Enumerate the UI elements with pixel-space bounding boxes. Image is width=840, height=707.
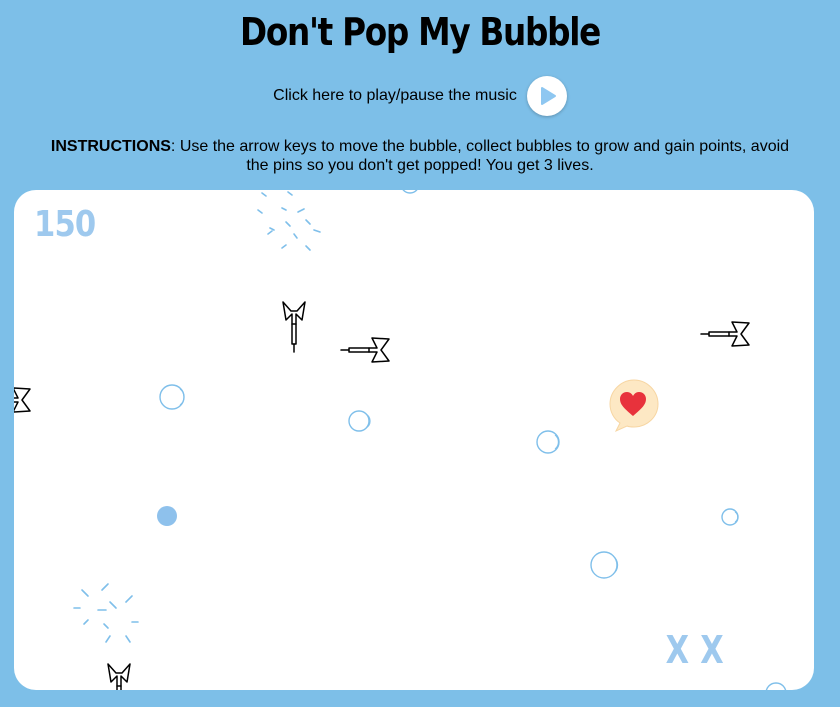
game-scene (14, 190, 787, 690)
dart (14, 387, 31, 413)
instructions-label: INSTRUCTIONS (50, 138, 171, 155)
page: Don't Pop My Bubble Click here to play/p… (0, 0, 840, 707)
dart (340, 337, 390, 363)
bubble (402, 190, 418, 194)
music-label: Click here to play/pause the music (273, 87, 517, 104)
bubble (536, 430, 560, 454)
game-canvas[interactable]: 150 XX (14, 190, 814, 690)
player-bubble (609, 379, 659, 433)
instructions-text: : Use the arrow keys to move the bubble,… (170, 138, 790, 174)
bubble-filled (157, 506, 177, 526)
bubble (765, 682, 787, 690)
dart (107, 663, 131, 690)
bubble (159, 384, 185, 410)
lives-lost-marks: XX (666, 628, 736, 672)
dart (282, 301, 306, 353)
play-pause-button[interactable] (526, 76, 567, 116)
bubble (590, 551, 619, 579)
music-control: Click here to play/pause the music (0, 76, 840, 116)
bubble (721, 508, 739, 526)
play-icon (540, 87, 556, 105)
dart (700, 321, 750, 347)
pop-burst-bottom (73, 583, 139, 643)
pop-burst-top (257, 191, 321, 251)
bubble (348, 410, 371, 432)
page-title: Don't Pop My Bubble (239, 10, 601, 54)
instructions: INSTRUCTIONS: Use the arrow keys to move… (40, 137, 800, 175)
